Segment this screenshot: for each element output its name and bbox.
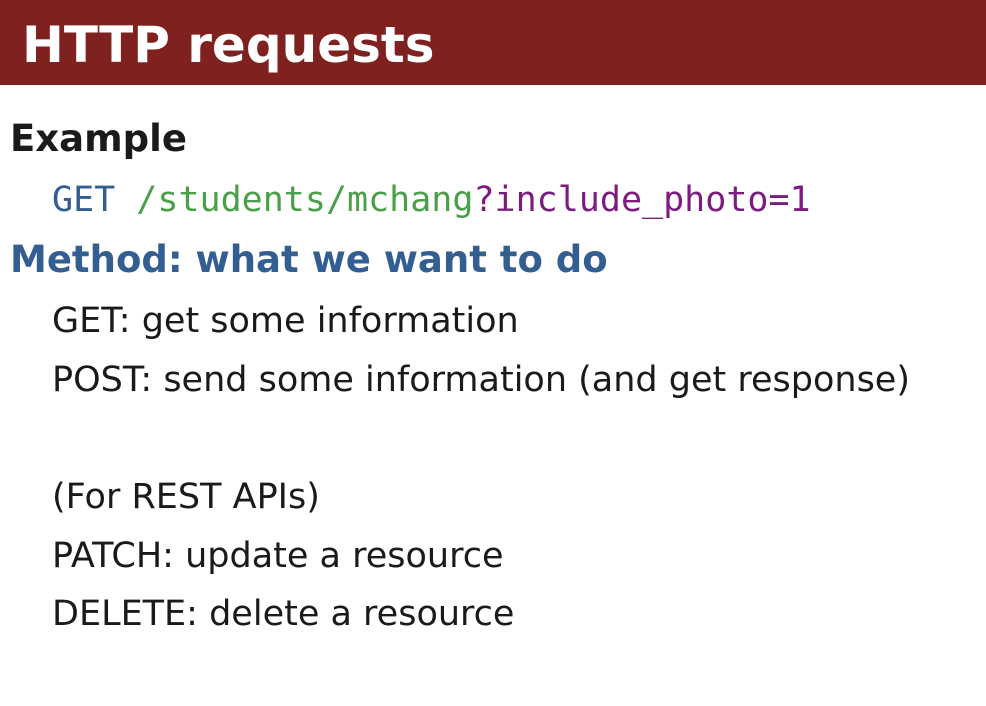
method-heading: Method: what we want to do [10,238,608,281]
example-code-line: GET /students/mchang?include_photo=1 [52,178,811,222]
method-line-patch: PATCH: update a resource [52,536,504,576]
method-line-get: GET: get some information [52,301,519,341]
code-query: ?include_photo=1 [473,180,811,220]
example-heading: Example [10,117,187,160]
slide-title: HTTP requests [22,16,435,74]
rest-apis-note: (For REST APIs) [52,477,320,517]
code-method: GET [52,180,116,220]
method-line-post: POST: send some information (and get res… [52,360,910,400]
code-path: /students/mchang [136,180,474,220]
method-line-delete: DELETE: delete a resource [52,594,515,634]
title-bar: HTTP requests [0,0,986,85]
